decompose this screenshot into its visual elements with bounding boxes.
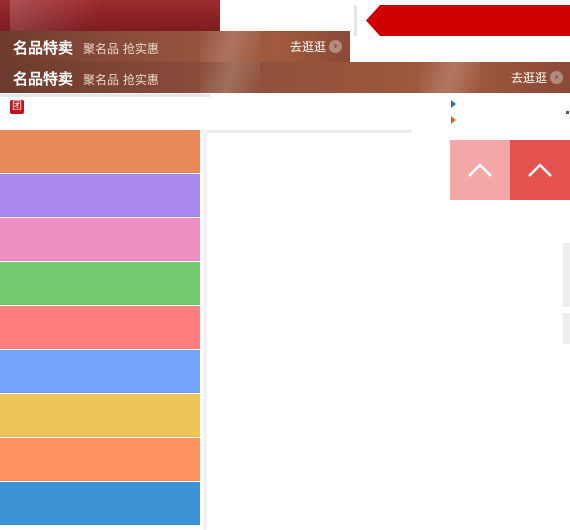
- triangle-bullet-icon: [451, 100, 456, 108]
- banner-shine: [420, 62, 480, 93]
- back-to-top-button[interactable]: [510, 140, 570, 200]
- category-tile[interactable]: [0, 262, 200, 305]
- category-tile[interactable]: [0, 482, 200, 525]
- go-shopping-label: 去逛逛: [290, 40, 327, 54]
- side-scroll-track: [563, 313, 570, 344]
- column-divider: [203, 130, 207, 530]
- category-tile[interactable]: [0, 350, 200, 393]
- scroll-up-button[interactable]: [450, 140, 510, 200]
- chevron-right-icon: ›: [550, 71, 564, 84]
- top-banner-block: [0, 0, 220, 31]
- banner-shine: [200, 31, 260, 62]
- divider: [354, 5, 357, 36]
- category-tile[interactable]: [0, 130, 200, 173]
- chevron-right-icon: ›: [329, 40, 343, 53]
- category-tile[interactable]: [0, 394, 200, 437]
- banner-title: 名品特卖: [13, 39, 74, 57]
- promo-banner-2[interactable]: 名品特卖 聚名品 抢实惠 去逛逛 ›: [0, 62, 570, 93]
- category-tile[interactable]: [0, 306, 200, 349]
- banner-subtitle: 聚名品 抢实惠: [83, 73, 159, 87]
- category-color-list: [0, 130, 200, 530]
- dot-icon: [566, 111, 569, 114]
- red-arrow-tab[interactable]: [366, 5, 570, 36]
- side-scroll-track: [563, 243, 570, 307]
- chevron-up-icon: [528, 163, 552, 177]
- chevron-up-icon: [468, 163, 492, 177]
- banner-subtitle: 聚名品 抢实惠: [83, 42, 159, 56]
- group-buy-icon[interactable]: 团: [10, 100, 24, 114]
- separator: [0, 94, 210, 97]
- go-shopping-link[interactable]: 去逛逛 ›: [511, 69, 564, 86]
- triangle-bullet-icon: [451, 116, 456, 124]
- banner-shine: [200, 62, 260, 93]
- category-tile[interactable]: [0, 218, 200, 261]
- go-shopping-label: 去逛逛: [511, 71, 548, 85]
- promo-banner-1[interactable]: 名品特卖 聚名品 抢实惠 去逛逛 ›: [0, 31, 350, 62]
- group-buy-row: 团: [0, 94, 412, 133]
- category-tile[interactable]: [0, 174, 200, 217]
- banner-title: 名品特卖: [13, 70, 74, 88]
- category-tile[interactable]: [0, 438, 200, 481]
- go-shopping-link[interactable]: 去逛逛 ›: [290, 38, 343, 55]
